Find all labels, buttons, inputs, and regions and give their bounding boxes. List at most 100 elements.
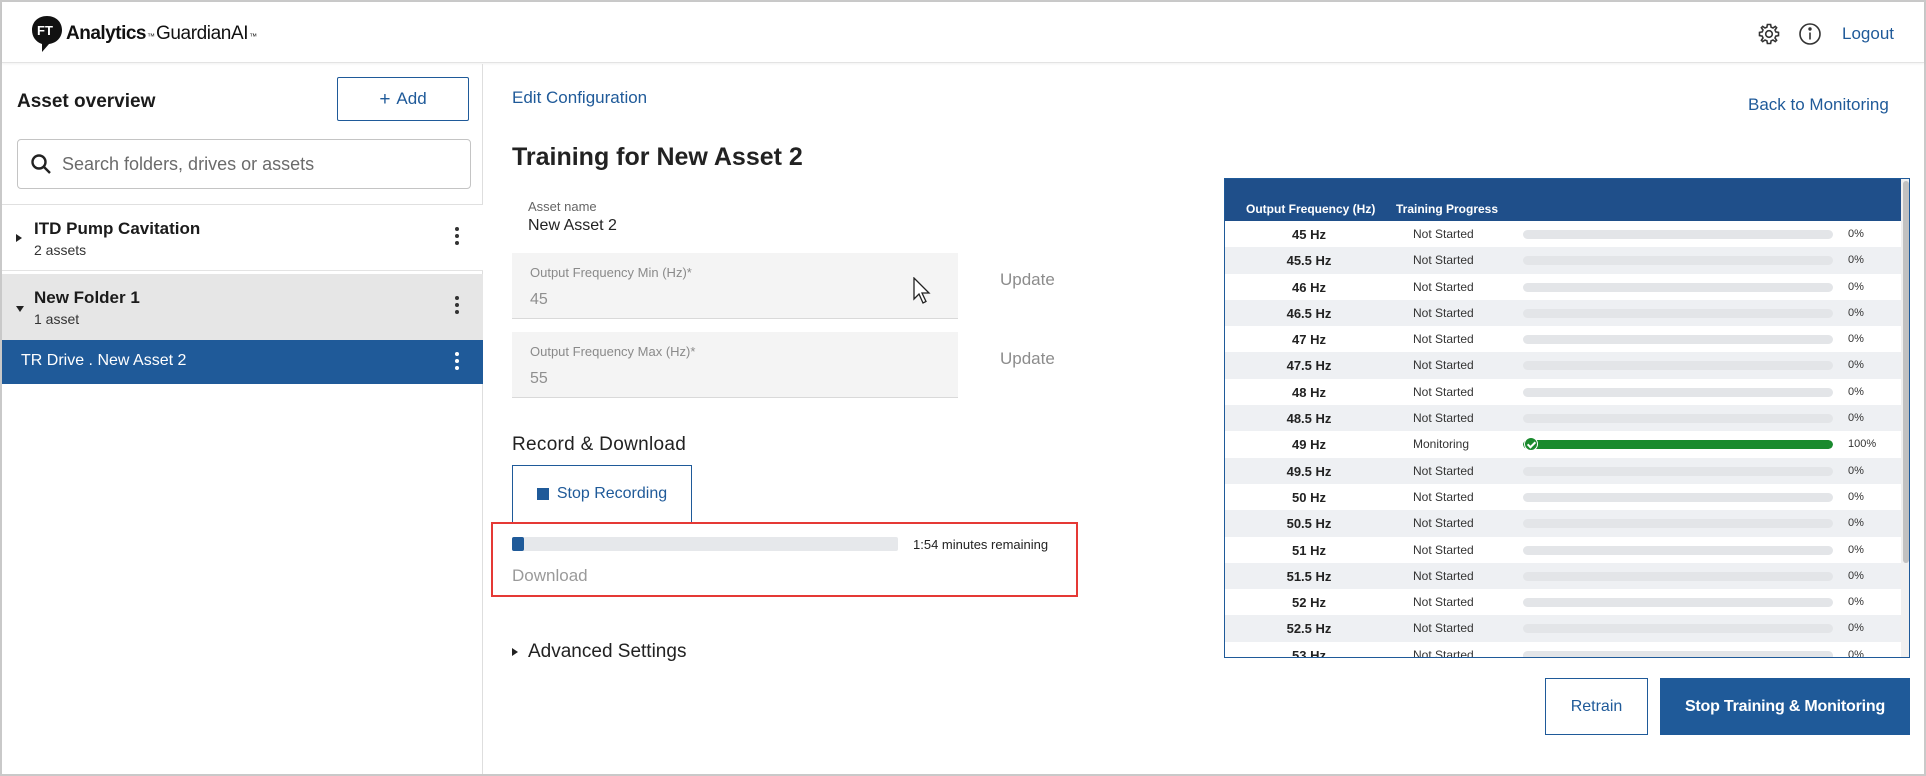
update-min-button[interactable]: Update xyxy=(1000,270,1055,290)
table-header: Output Frequency (Hz) Training Progress xyxy=(1225,179,1909,221)
frequency-cell: 48.5 Hz xyxy=(1286,411,1332,427)
frequency-min-value: 45 xyxy=(530,291,548,308)
percent-cell: 0% xyxy=(1848,648,1864,658)
progress-bar xyxy=(1523,650,1833,657)
info-icon[interactable] xyxy=(1796,20,1824,48)
status-cell: Not Started xyxy=(1413,516,1474,531)
frequency-cell: 52 Hz xyxy=(1292,595,1326,611)
search-input[interactable] xyxy=(62,153,442,175)
trademark-mark: ™ xyxy=(146,32,155,41)
retrain-button[interactable]: Retrain xyxy=(1545,678,1648,735)
frequency-max-value: 55 xyxy=(530,370,548,387)
progress-bar xyxy=(1523,282,1833,292)
more-options-icon[interactable] xyxy=(454,352,460,370)
sidebar-title: Asset overview xyxy=(17,91,156,112)
table-row: 46.5 Hz Not Started 0% xyxy=(1225,299,1901,327)
status-cell: Not Started xyxy=(1413,253,1474,268)
percent-cell: 0% xyxy=(1848,306,1864,319)
progress-bar xyxy=(1523,598,1833,608)
progress-bar xyxy=(1523,440,1833,450)
progress-bar xyxy=(1523,492,1833,502)
frequency-cell: 50.5 Hz xyxy=(1286,516,1332,532)
status-cell: Not Started xyxy=(1413,595,1474,610)
table-row: 49.5 Hz Not Started 0% xyxy=(1225,457,1901,484)
stop-recording-label: Stop Recording xyxy=(556,485,668,502)
frequency-cell: 52.5 Hz xyxy=(1286,621,1332,637)
percent-cell: 0% xyxy=(1848,359,1864,372)
asset-name-field: Asset name New Asset 2 xyxy=(512,190,958,242)
status-cell: Not Started xyxy=(1413,279,1474,294)
search-icon xyxy=(31,154,51,174)
status-cell: Not Started xyxy=(1413,542,1474,557)
table-body: 45 Hz Not Started 0% 45.5 Hz Not Started 0% 46… xyxy=(1225,221,1901,658)
logout-link[interactable]: Logout xyxy=(1842,24,1894,44)
status-cell: Not Started xyxy=(1413,305,1474,320)
status-cell: Not Started xyxy=(1413,568,1474,583)
frequency-min-label: Output Frequency Min (Hz)* xyxy=(530,265,692,280)
progress-bar xyxy=(1523,256,1833,266)
status-cell: Not Started xyxy=(1413,463,1474,478)
trademark-mark: ™ xyxy=(249,32,258,41)
table-scrollbar[interactable] xyxy=(1901,179,1909,657)
update-max-button[interactable]: Update xyxy=(1000,349,1055,369)
caret-down-icon[interactable] xyxy=(16,306,24,312)
percent-cell: 0% xyxy=(1848,228,1864,240)
output-frequency-min-field[interactable]: Output Frequency Min (Hz)* 45 xyxy=(512,253,958,319)
table-row: 45 Hz Not Started 0% xyxy=(1225,221,1901,248)
progress-bar xyxy=(1523,387,1833,397)
status-cell: Monitoring xyxy=(1413,437,1470,452)
back-to-monitoring-link[interactable]: Back to Monitoring xyxy=(1748,95,1889,115)
progress-bar xyxy=(1523,624,1833,634)
advanced-settings-label: Advanced Settings xyxy=(528,641,687,662)
app-logo[interactable]: FT Analytics ™ GuardianAI ™ xyxy=(30,16,258,52)
percent-cell: 0% xyxy=(1848,543,1864,556)
table-row: 50 Hz Not Started 0% xyxy=(1225,483,1901,511)
folder-asset-count: 1 asset xyxy=(34,311,80,327)
asset-name-label: Asset name xyxy=(528,199,597,214)
column-header-frequency: Output Frequency (Hz) xyxy=(1246,202,1376,216)
folder-asset-count: 2 assets xyxy=(34,242,87,258)
frequency-cell: 45 Hz xyxy=(1292,227,1326,242)
table-row: 47 Hz Not Started 0% xyxy=(1225,326,1901,353)
frequency-cell: 46 Hz xyxy=(1292,279,1326,295)
add-button-label: Add xyxy=(396,89,427,108)
output-frequency-max-field[interactable]: Output Frequency Max (Hz)* 55 xyxy=(512,332,958,398)
asset-item-selected[interactable]: TR Drive . New Asset 2 xyxy=(2,340,483,384)
frequency-cell: 49 Hz xyxy=(1292,437,1326,453)
scrollbar-thumb[interactable] xyxy=(1903,181,1909,563)
percent-cell: 0% xyxy=(1848,254,1864,267)
more-options-icon[interactable] xyxy=(454,296,460,314)
asset-sidebar: Asset overview + Add ITD Pump Cavitation… xyxy=(2,64,483,774)
edit-configuration-link[interactable]: Edit Configuration xyxy=(512,88,647,108)
folder-name: New Folder 1 xyxy=(34,288,140,307)
add-button[interactable]: + Add xyxy=(337,77,469,121)
progress-bar xyxy=(1523,308,1833,318)
stop-training-monitoring-button[interactable]: Stop Training & Monitoring xyxy=(1660,678,1910,735)
progress-bar xyxy=(1523,466,1833,476)
recording-progress-bar xyxy=(512,537,898,551)
frequency-cell: 45.5 Hz xyxy=(1286,253,1332,269)
table-row: 52.5 Hz Not Started 0% xyxy=(1225,615,1901,642)
progress-bar xyxy=(1523,335,1833,345)
status-cell: Not Started xyxy=(1413,358,1474,373)
frequency-cell: 48 Hz xyxy=(1292,384,1326,400)
app-header: FT Analytics ™ GuardianAI ™ Logout xyxy=(2,2,1924,63)
folder-item[interactable]: ITD Pump Cavitation 2 assets xyxy=(2,205,483,271)
folder-item[interactable]: New Folder 1 1 asset xyxy=(2,274,483,340)
table-row: 53 Hz Not Started 0% xyxy=(1225,641,1901,658)
advanced-settings-toggle[interactable]: Advanced Settings xyxy=(512,641,686,663)
recording-progress-fill xyxy=(512,537,524,551)
percent-cell: 0% xyxy=(1848,622,1864,635)
status-cell: Not Started xyxy=(1413,384,1474,399)
gear-icon[interactable] xyxy=(1755,20,1783,48)
download-button[interactable]: Download xyxy=(512,566,588,586)
stop-recording-button[interactable]: Stop Recording xyxy=(512,465,692,522)
frequency-max-label: Output Frequency Max (Hz)* xyxy=(530,344,696,359)
search-box[interactable] xyxy=(17,139,471,189)
table-row: 47.5 Hz Not Started 0% xyxy=(1225,352,1901,379)
caret-right-icon[interactable] xyxy=(16,234,22,242)
check-circle-icon xyxy=(1524,437,1538,452)
more-options-icon[interactable] xyxy=(454,227,460,245)
folder-name: ITD Pump Cavitation xyxy=(34,219,201,238)
table-row: 52 Hz Not Started 0% xyxy=(1225,589,1901,616)
